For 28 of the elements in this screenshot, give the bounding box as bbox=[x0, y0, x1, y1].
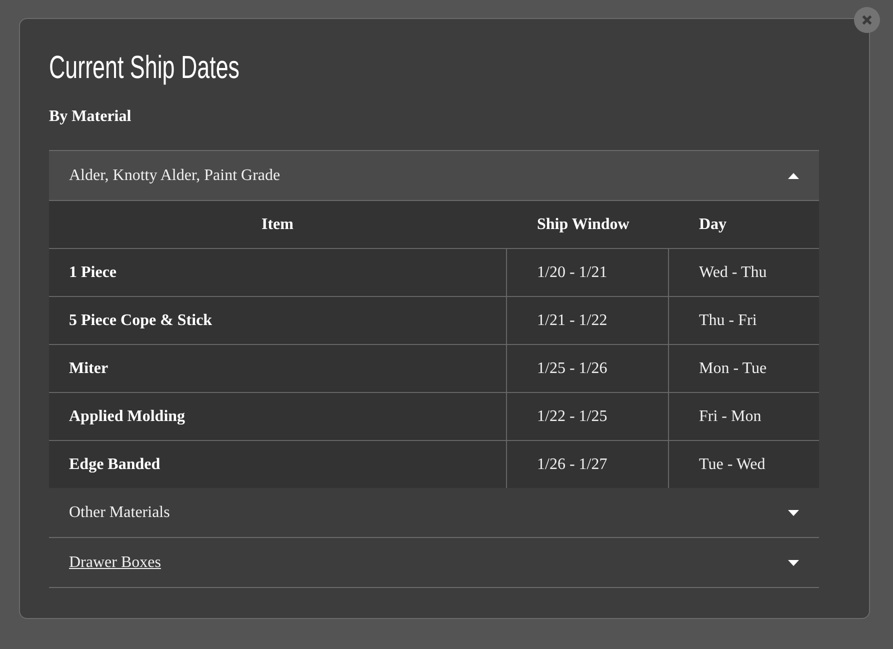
table-cell: 1/20 - 1/21 bbox=[506, 248, 668, 296]
table-cell: 1/22 - 1/25 bbox=[506, 392, 668, 440]
table-cell: Thu - Fri bbox=[668, 296, 819, 344]
close-icon bbox=[862, 15, 872, 25]
accordion-header[interactable]: Other Materials bbox=[49, 488, 819, 538]
caret-down-icon bbox=[788, 560, 799, 566]
close-button[interactable] bbox=[854, 7, 880, 33]
caret-up-icon bbox=[788, 172, 799, 178]
accordion-header[interactable]: Drawer Boxes bbox=[49, 538, 819, 588]
column-header: Ship Window bbox=[536, 214, 630, 234]
accordion-header[interactable]: Alder, Knotty Alder, Paint Grade bbox=[49, 151, 819, 201]
table-cell: Wed - Thu bbox=[668, 248, 819, 296]
caret-down-icon bbox=[788, 510, 799, 516]
table-cell: Edge Banded bbox=[49, 440, 506, 488]
table-cell: 1/21 - 1/22 bbox=[506, 296, 668, 344]
table-cell: 5 Piece Cope & Stick bbox=[49, 296, 506, 344]
table-cell: Fri - Mon bbox=[668, 392, 819, 440]
table-cell: 1 Piece bbox=[49, 248, 506, 296]
column-header: Item bbox=[260, 214, 294, 234]
section-heading: By Material bbox=[49, 107, 132, 127]
dialog-title: Current Ship Dates bbox=[49, 49, 240, 85]
column-header: Day bbox=[698, 214, 728, 234]
table-cell: Tue - Wed bbox=[668, 440, 819, 488]
table-cell: 1/25 - 1/26 bbox=[506, 344, 668, 392]
table-cell: 1/26 - 1/27 bbox=[506, 440, 668, 488]
table-cell: Mon - Tue bbox=[668, 344, 819, 392]
table-cell: Miter bbox=[49, 344, 506, 392]
table-cell: Applied Molding bbox=[49, 392, 506, 440]
